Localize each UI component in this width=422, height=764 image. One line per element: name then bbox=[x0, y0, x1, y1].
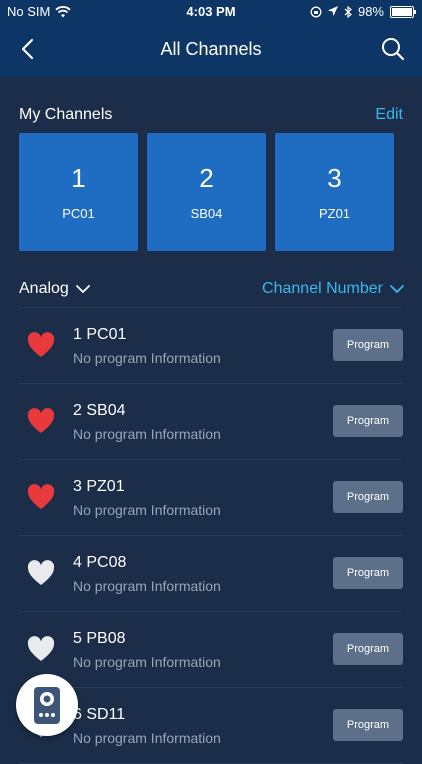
channel-program-info: No program Information bbox=[73, 730, 221, 746]
remote-control-icon bbox=[34, 687, 60, 724]
channel-program-info: No program Information bbox=[73, 578, 221, 594]
channel-title: 6 SD11 bbox=[73, 706, 126, 723]
program-button[interactable]: Program bbox=[333, 405, 403, 437]
app-header: No SIM 4:03 PM 98% All Channels bbox=[0, 0, 422, 77]
channel-title: 4 PC08 bbox=[73, 554, 127, 571]
list-item[interactable]: 4 PC08 No program Information Program bbox=[19, 536, 403, 612]
my-channels-cards: 1 PC01 2 SB04 3 PZ01 bbox=[19, 133, 394, 251]
battery-level bbox=[392, 7, 412, 16]
channel-program-info: No program Information bbox=[73, 654, 221, 670]
bluetooth-icon bbox=[344, 5, 352, 18]
list-item[interactable]: 1 PC01 No program Information Program bbox=[19, 308, 403, 384]
program-button[interactable]: Program bbox=[333, 329, 403, 361]
list-item[interactable]: 2 SB04 No program Information Program bbox=[19, 384, 403, 460]
location-icon bbox=[327, 6, 338, 16]
heart-icon[interactable] bbox=[27, 560, 55, 586]
sort-label: Channel Number bbox=[262, 280, 383, 297]
channel-card-name: PZ01 bbox=[318, 206, 351, 221]
channel-title: 3 PZ01 bbox=[73, 478, 125, 495]
channel-card-number: 3 bbox=[327, 163, 342, 193]
chevron-down-icon bbox=[390, 285, 404, 293]
channel-card[interactable]: 3 PZ01 bbox=[275, 133, 394, 251]
sort-dropdown[interactable]: Channel Number bbox=[262, 280, 405, 298]
battery-icon bbox=[390, 5, 416, 18]
list-item[interactable]: 3 PZ01 No program Information Program bbox=[19, 460, 403, 536]
program-button[interactable]: Program bbox=[333, 557, 403, 589]
battery-percent: 98% bbox=[357, 4, 384, 19]
my-channels-title: My Channels bbox=[19, 106, 113, 123]
channel-card-number: 1 bbox=[71, 163, 86, 193]
orientation-lock-icon bbox=[310, 6, 322, 17]
remote-control-button[interactable] bbox=[16, 674, 78, 736]
program-button[interactable]: Program bbox=[333, 633, 403, 665]
channel-card[interactable]: 2 SB04 bbox=[147, 133, 266, 251]
heart-icon[interactable] bbox=[27, 484, 55, 510]
heart-icon[interactable] bbox=[27, 408, 55, 434]
status-bar: No SIM 4:03 PM 98% bbox=[0, 0, 422, 24]
channel-card-number: 2 bbox=[199, 163, 214, 193]
source-filter-label: Analog bbox=[19, 280, 69, 297]
channel-card-name: SB04 bbox=[190, 206, 223, 221]
page-title: All Channels bbox=[160, 39, 262, 59]
channel-card[interactable]: 1 PC01 bbox=[19, 133, 138, 251]
channel-program-info: No program Information bbox=[73, 350, 221, 366]
program-button[interactable]: Program bbox=[333, 481, 403, 513]
source-filter-dropdown[interactable]: Analog bbox=[19, 280, 91, 298]
program-button[interactable]: Program bbox=[333, 709, 403, 741]
heart-icon[interactable] bbox=[27, 636, 55, 662]
search-icon[interactable] bbox=[380, 36, 406, 62]
channel-program-info: No program Information bbox=[73, 502, 221, 518]
chevron-down-icon bbox=[75, 285, 90, 293]
channel-program-info: No program Information bbox=[73, 426, 221, 442]
channel-title: 2 SB04 bbox=[73, 402, 126, 419]
edit-button[interactable]: Edit bbox=[375, 106, 403, 124]
channel-title: 1 PC01 bbox=[73, 326, 127, 343]
heart-icon[interactable] bbox=[27, 332, 55, 358]
channel-title: 5 PB08 bbox=[73, 630, 126, 647]
channel-card-name: PC01 bbox=[62, 206, 95, 221]
